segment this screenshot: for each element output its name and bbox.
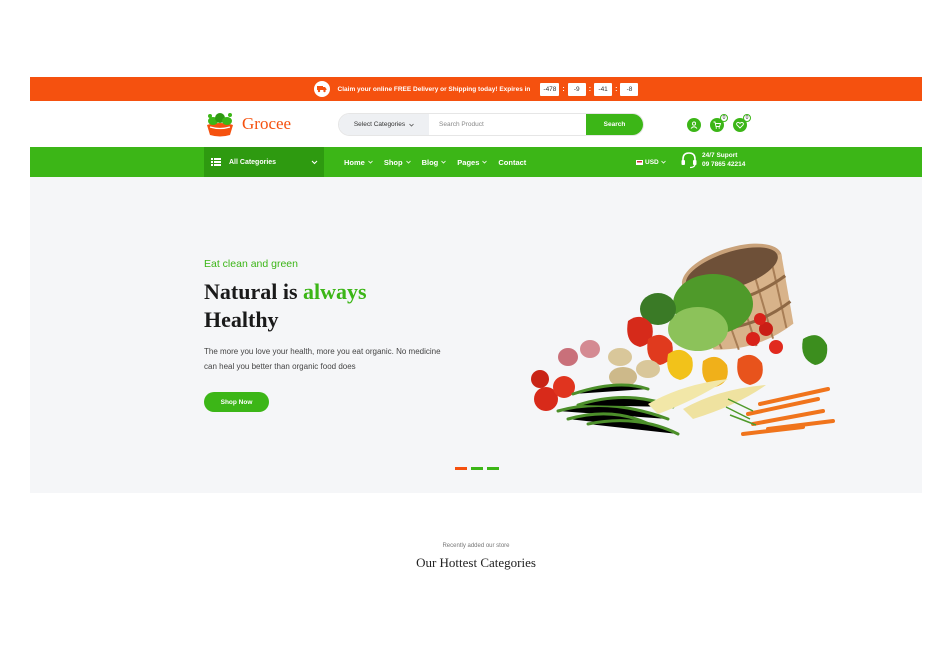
user-icon[interactable] (687, 118, 701, 132)
nav-item-pages[interactable]: Pages (457, 158, 488, 167)
basket-logo-icon (207, 113, 233, 137)
header: Grocee Select Categories Search 0 0 (30, 101, 922, 147)
cart-icon[interactable]: 0 (710, 114, 728, 132)
support-label: 24/7 Suport (702, 152, 738, 159)
currency-label: USD (645, 158, 659, 166)
currency-select[interactable]: USD (636, 147, 666, 177)
support-phone[interactable]: 09 7865 42214 (702, 160, 745, 169)
section-subtitle: Recently added our store (442, 543, 510, 549)
promo-bar: Claim your online FREE Delivery or Shipp… (30, 77, 922, 101)
main-nav: All Categories Home Shop Blog Pages Cont… (30, 147, 922, 177)
heart-icon[interactable]: 0 (733, 114, 751, 132)
section-title: Our Hottest Categories (416, 555, 536, 570)
hero-headline: Natural is always Healthy (204, 279, 367, 332)
hero-eyebrow: Eat clean and green (204, 258, 298, 270)
all-categories-label: All Categories (229, 158, 277, 166)
slider-dot-2[interactable] (471, 467, 483, 470)
category-select[interactable]: Select Categories (339, 114, 429, 135)
countdown: -478 : -9 : -41 : -8 (540, 82, 639, 96)
vegetable-basket-image (531, 243, 835, 436)
slider-dots (455, 467, 499, 470)
countdown-seconds: -8 (620, 82, 639, 96)
slider-dot-1[interactable] (455, 467, 467, 470)
hero-description: The more you love your health, more you … (204, 347, 441, 371)
nav-item-contact[interactable]: Contact (498, 158, 526, 167)
hero-banner: Eat clean and green Natural is always He… (30, 177, 922, 493)
search-bar: Select Categories Search (338, 113, 644, 136)
headset-icon (681, 152, 697, 169)
page: Claim your online FREE Delivery or Shipp… (30, 77, 922, 580)
logo[interactable]: Grocee (204, 111, 291, 137)
nav-item-shop[interactable]: Shop (384, 158, 411, 167)
chevron-down-icon (441, 160, 447, 164)
list-icon (211, 158, 221, 166)
chevron-down-icon (409, 123, 414, 127)
nav-menu: Home Shop Blog Pages Contact (344, 147, 526, 177)
chevron-down-icon (368, 160, 373, 164)
chevron-down-icon (660, 160, 666, 164)
slider-dot-3[interactable] (487, 467, 499, 470)
nav-item-blog[interactable]: Blog (422, 158, 447, 167)
wishlist-count-badge: 0 (743, 114, 751, 122)
nav-item-home[interactable]: Home (344, 158, 373, 167)
chevron-down-icon (311, 160, 318, 164)
header-icons: 0 0 (687, 114, 751, 132)
shop-now-button[interactable]: Shop Now (204, 392, 269, 412)
hero-headline-highlight: always (303, 279, 367, 304)
chevron-down-icon (482, 160, 488, 164)
countdown-days: -478 (540, 82, 560, 96)
logo-text: Grocee (242, 114, 292, 133)
support-info: 24/7 Suport 09 7865 42214 (680, 151, 745, 169)
search-button[interactable]: Search (586, 114, 643, 135)
all-categories-button[interactable]: All Categories (204, 147, 324, 177)
countdown-minutes: -41 (594, 82, 613, 96)
countdown-hours: -9 (567, 82, 586, 96)
chevron-down-icon (405, 160, 411, 164)
truck-icon (313, 81, 330, 97)
category-select-label: Select Categories (353, 121, 406, 128)
promo-message: Claim your online FREE Delivery or Shipp… (337, 85, 531, 93)
search-input[interactable] (429, 114, 586, 135)
us-flag-icon (636, 159, 643, 165)
cart-count-badge: 0 (720, 114, 728, 122)
